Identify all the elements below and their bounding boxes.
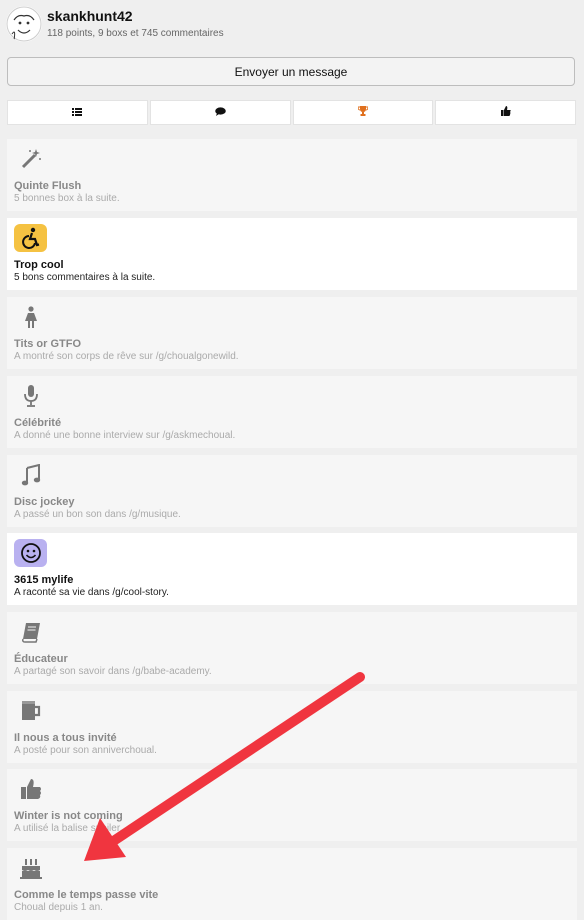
beer-mug-icon	[14, 697, 47, 725]
thumbs-up-icon	[14, 775, 47, 803]
tab-comments[interactable]	[149, 100, 291, 125]
badge-title: Winter is not coming	[14, 810, 123, 822]
music-note-icon	[14, 461, 47, 489]
badge-card: Trop cool 5 bons commentaires à la suite…	[7, 218, 577, 290]
badge-card: Winter is not coming A utilisé la balise…	[7, 769, 577, 841]
user-stats: 118 points, 9 boxs et 745 commentaires	[47, 28, 224, 39]
microphone-icon	[14, 382, 47, 410]
badge-card: Disc jockey A passé un bon son dans /g/m…	[7, 455, 577, 527]
speech-bubble-icon	[214, 106, 226, 119]
badge-title: Tits or GTFO	[14, 338, 82, 350]
badge-description: A posté pour son anniverchoual.	[14, 745, 157, 756]
badge-title: Éducateur	[14, 653, 68, 665]
badge-card: Éducateur A partagé son savoir dans /g/b…	[7, 612, 577, 684]
thumbs-up-icon	[500, 106, 511, 119]
badge-card: Célébrité A donné une bonne interview su…	[7, 376, 577, 448]
tab-list[interactable]	[7, 100, 148, 125]
tab-trophies[interactable]	[292, 100, 434, 125]
badge-card: Tits or GTFO A montré son corps de rêve …	[7, 297, 577, 369]
badge-description: 5 bonnes box à la suite.	[14, 193, 120, 204]
book-icon	[14, 618, 47, 646]
list-icon	[72, 107, 83, 119]
tab-likes[interactable]	[435, 100, 576, 125]
profile-tabs	[7, 100, 576, 125]
birthday-cake-icon	[14, 854, 47, 882]
female-figure-icon	[14, 303, 47, 331]
username[interactable]: skankhunt42	[47, 8, 133, 24]
badge-description: Choual depuis 1 an.	[14, 902, 103, 913]
badge-title: Célébrité	[14, 417, 62, 429]
badge-title: Il nous a tous invité	[14, 732, 117, 744]
badge-title: Comme le temps passe vite	[14, 889, 159, 901]
badge-title: Trop cool	[14, 259, 64, 271]
badge-description: A donné une bonne interview sur /g/askme…	[14, 430, 236, 441]
wheelchair-icon	[14, 224, 47, 252]
avatar[interactable]	[6, 6, 42, 42]
badge-card: Quinte Flush 5 bonnes box à la suite.	[7, 139, 577, 211]
magic-wand-icon	[14, 145, 47, 173]
badge-description: A passé un bon son dans /g/musique.	[14, 509, 181, 520]
badge-title: Disc jockey	[14, 496, 75, 508]
badge-card: Il nous a tous invité A posté pour son a…	[7, 691, 577, 763]
badge-title: 3615 mylife	[14, 574, 74, 586]
trophy-icon	[357, 106, 369, 119]
badge-description: A montré son corps de rêve sur /g/choual…	[14, 351, 239, 362]
profile-header: skankhunt42 118 points, 9 boxs et 745 co…	[0, 0, 584, 52]
badge-description: A utilisé la balise spoiler.	[14, 823, 123, 834]
badge-description: A raconté sa vie dans /g/cool-story.	[14, 587, 169, 598]
badge-card: 3615 mylife A raconté sa vie dans /g/coo…	[7, 533, 577, 605]
send-message-button[interactable]: Envoyer un message	[7, 57, 575, 86]
badge-description: A partagé son savoir dans /g/babe-academ…	[14, 666, 212, 677]
badge-title: Quinte Flush	[14, 180, 82, 192]
smiley-icon	[14, 539, 47, 567]
badge-card: Comme le temps passe vite Choual depuis …	[7, 848, 577, 920]
badge-description: 5 bons commentaires à la suite.	[14, 272, 156, 283]
